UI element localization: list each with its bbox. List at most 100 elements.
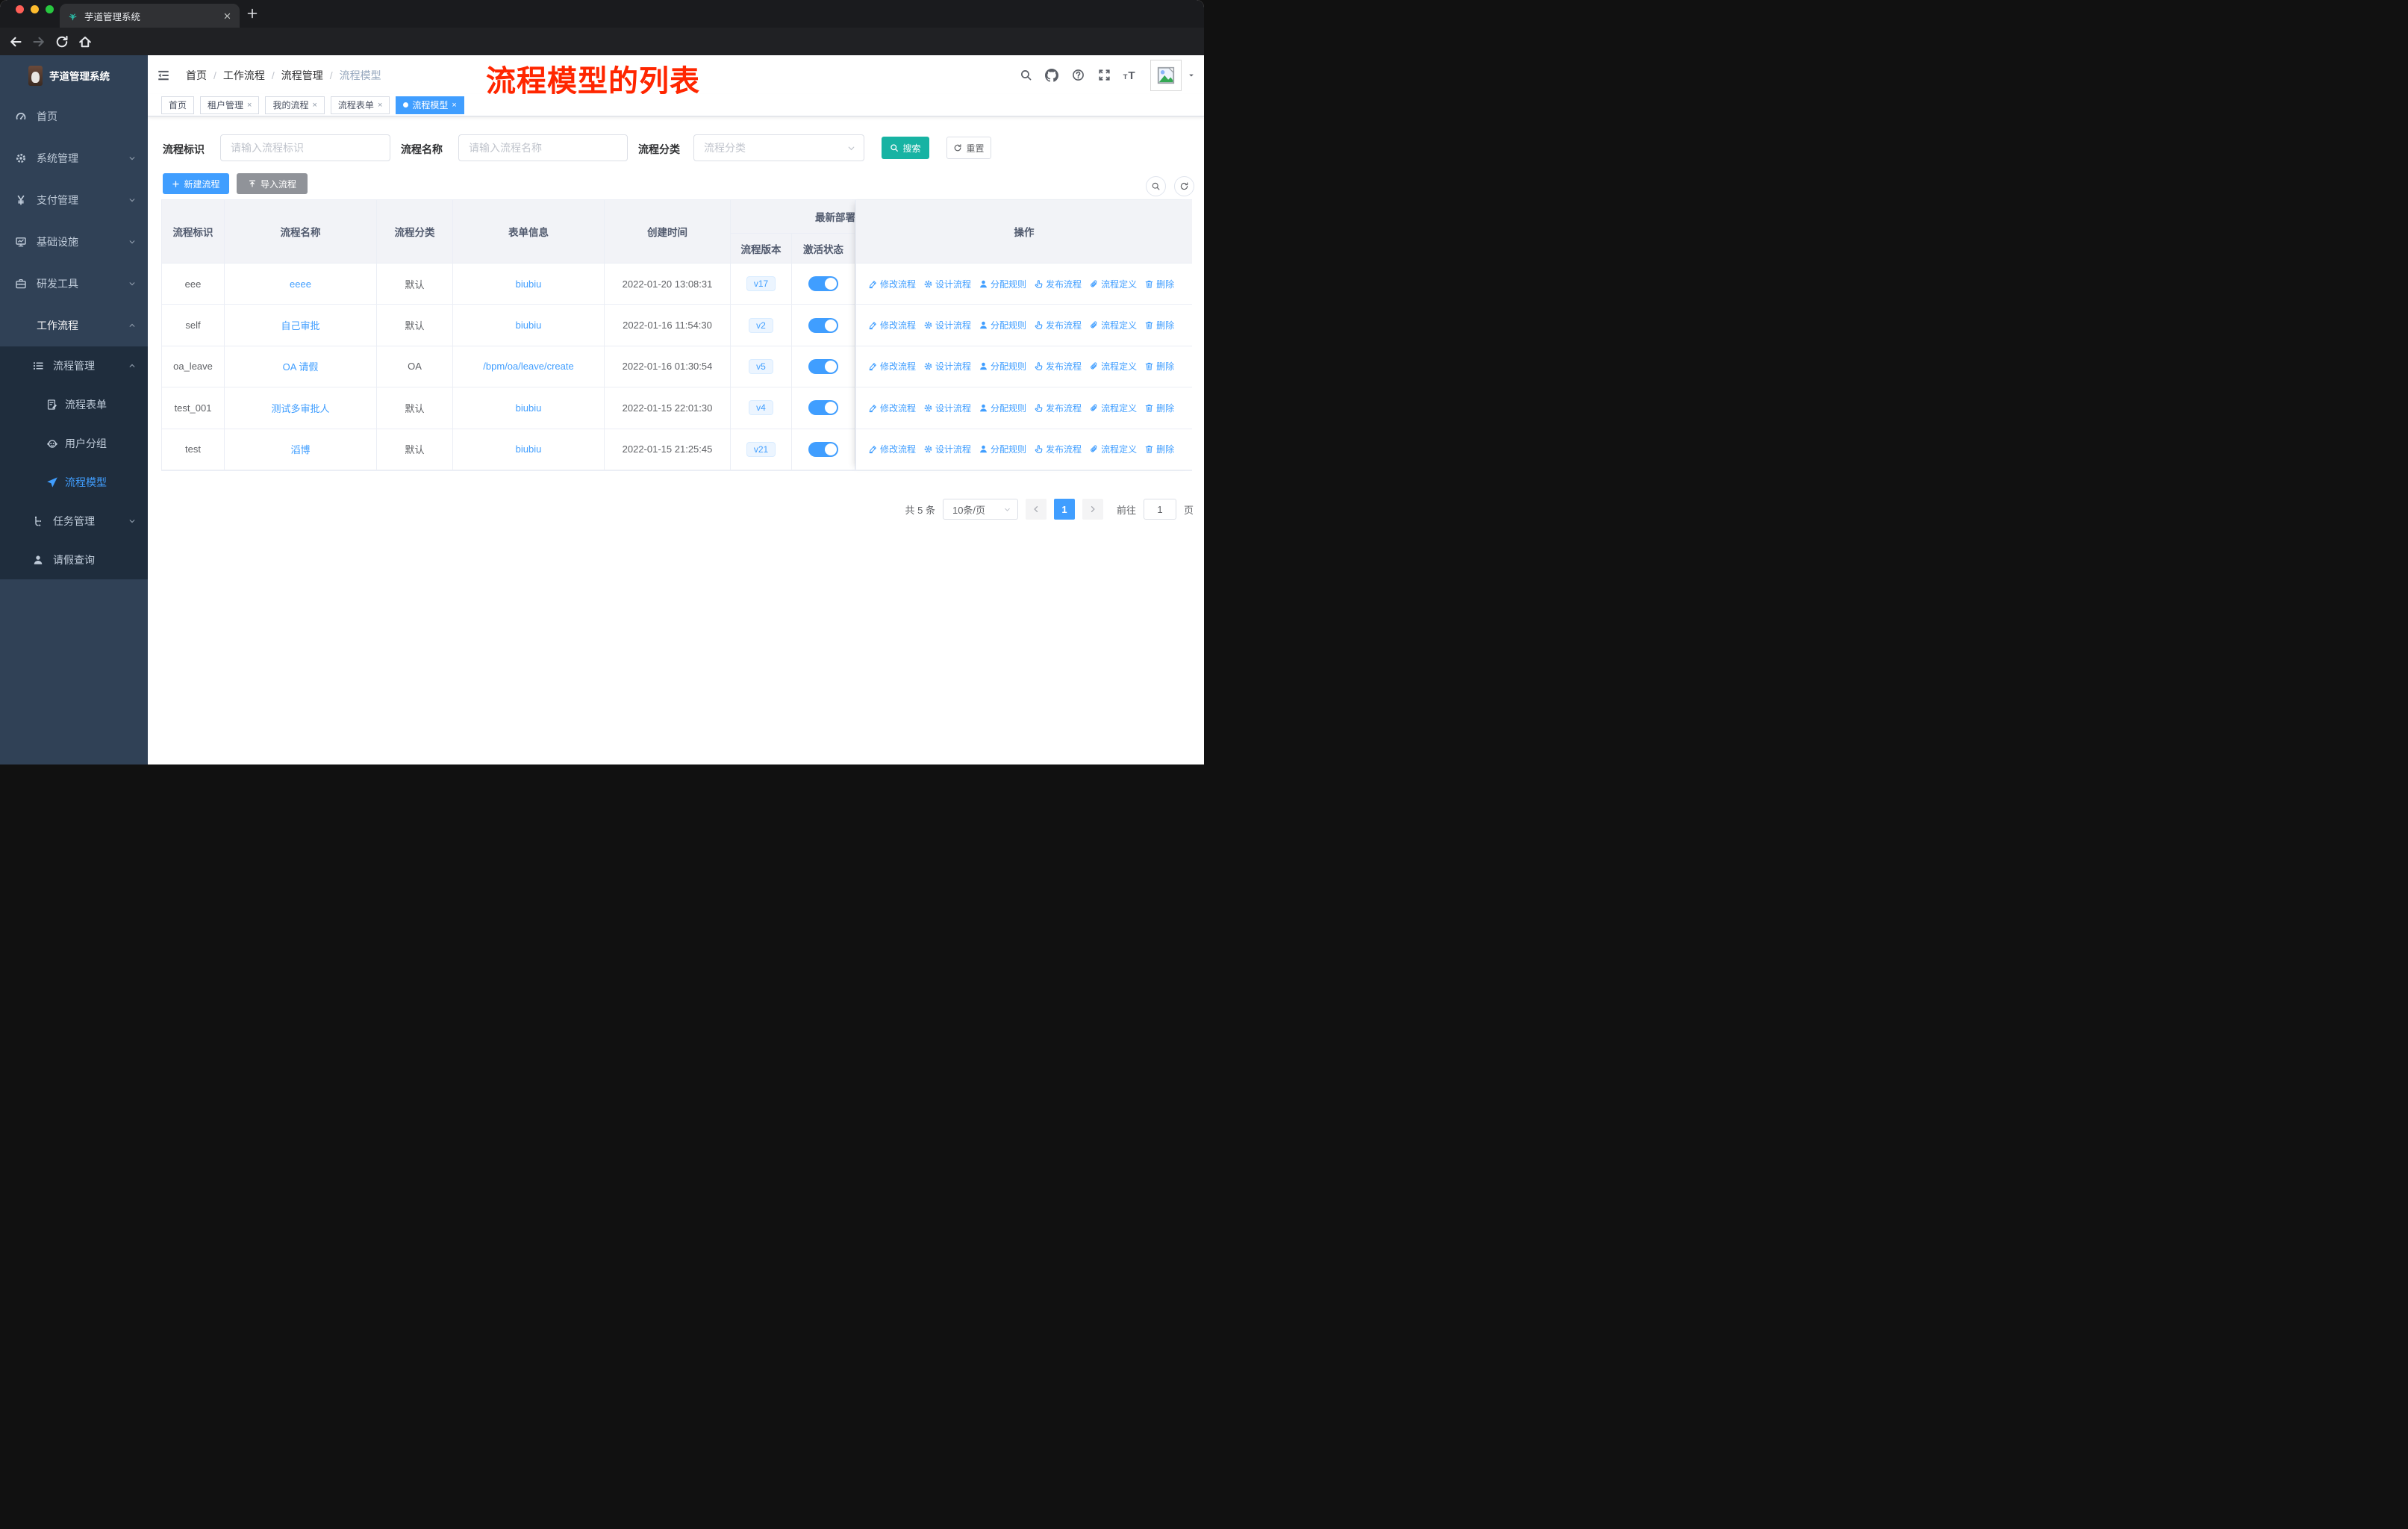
page-size-select[interactable]: 10条/页 [942, 499, 1018, 520]
active-toggle[interactable] [808, 441, 838, 457]
sidebar-item-流程模型[interactable]: 流程模型 [0, 463, 148, 502]
action-definition-link[interactable]: 流程定义 [1089, 360, 1137, 373]
create-model-button[interactable]: 新建流程 [163, 173, 229, 194]
action-delete-link[interactable]: 删除 [1144, 402, 1174, 414]
breadcrumb-item-首页[interactable]: 首页 [186, 68, 207, 83]
action-assign-link[interactable]: 分配规则 [979, 278, 1026, 290]
home-button[interactable] [78, 34, 93, 49]
goto-page-input[interactable] [1143, 499, 1176, 520]
tag-close-icon[interactable]: × [312, 101, 316, 110]
tab-close-icon[interactable] [222, 11, 232, 21]
form-info-link[interactable]: /bpm/oa/leave/create [483, 361, 573, 372]
form-info-link[interactable]: biubiu [516, 320, 542, 331]
action-design-link[interactable]: 设计流程 [923, 443, 971, 455]
action-definition-link[interactable]: 流程定义 [1089, 319, 1137, 331]
action-assign-link[interactable]: 分配规则 [979, 360, 1026, 373]
action-design-link[interactable]: 设计流程 [923, 319, 971, 331]
model-name-link[interactable]: 滔博 [290, 442, 310, 456]
back-button[interactable] [8, 34, 23, 49]
action-assign-link[interactable]: 分配规则 [979, 402, 1026, 414]
action-deploy-link[interactable]: 发布流程 [1034, 443, 1082, 455]
action-modify-link[interactable]: 修改流程 [868, 360, 916, 373]
action-definition-link[interactable]: 流程定义 [1089, 443, 1137, 455]
action-definition-link[interactable]: 流程定义 [1089, 402, 1137, 414]
help-question-icon[interactable] [1072, 69, 1085, 81]
tag-首页[interactable]: 首页 [161, 96, 195, 114]
sidebar-fold-icon[interactable] [157, 69, 170, 82]
action-modify-link[interactable]: 修改流程 [868, 443, 916, 455]
sidebar-item-系统管理[interactable]: 系统管理 [0, 137, 148, 179]
action-design-link[interactable]: 设计流程 [923, 360, 971, 373]
action-deploy-link[interactable]: 发布流程 [1034, 319, 1082, 331]
model-name-link[interactable]: 自己审批 [281, 318, 319, 332]
reload-button[interactable] [54, 34, 69, 49]
action-delete-link[interactable]: 删除 [1144, 443, 1174, 455]
prev-page-button[interactable] [1025, 499, 1047, 520]
table-refresh-button[interactable] [1174, 176, 1194, 196]
reset-button[interactable]: 重置 [946, 137, 991, 159]
form-info-link[interactable]: biubiu [516, 402, 542, 414]
browser-tab[interactable]: 芋道管理系统 [60, 4, 240, 28]
filter-id-input[interactable] [220, 134, 390, 161]
tag-我的流程[interactable]: 我的流程 × [265, 96, 325, 114]
user-avatar[interactable] [1150, 60, 1182, 91]
active-toggle[interactable] [808, 400, 838, 416]
action-design-link[interactable]: 设计流程 [923, 402, 971, 414]
model-name-link[interactable]: 测试多审批人 [271, 401, 329, 415]
action-design-link[interactable]: 设计流程 [923, 278, 971, 290]
filter-category-select[interactable]: 流程分类 [693, 134, 864, 161]
action-deploy-link[interactable]: 发布流程 [1034, 402, 1082, 414]
table-search-button[interactable] [1146, 176, 1166, 196]
maximize-window-button[interactable] [46, 5, 54, 13]
breadcrumb-item-流程管理[interactable]: 流程管理 [281, 68, 323, 83]
tag-流程模型[interactable]: 流程模型 × [396, 96, 464, 114]
tag-租户管理[interactable]: 租户管理 × [200, 96, 260, 114]
sidebar-item-请假查询[interactable]: 请假查询 [0, 541, 148, 579]
avatar-caret-down-icon[interactable] [1188, 72, 1195, 79]
page-1-button[interactable]: 1 [1053, 499, 1075, 520]
breadcrumb-item-工作流程[interactable]: 工作流程 [223, 68, 265, 83]
sidebar-item-研发工具[interactable]: 研发工具 [0, 263, 148, 305]
sidebar-item-支付管理[interactable]: 支付管理 [0, 179, 148, 221]
action-deploy-link[interactable]: 发布流程 [1034, 278, 1082, 290]
import-model-button[interactable]: 导入流程 [237, 173, 308, 194]
tag-close-icon[interactable]: × [378, 101, 382, 110]
sidebar-item-首页[interactable]: 首页 [0, 96, 148, 137]
model-name-link[interactable]: eeee [290, 278, 311, 290]
search-icon[interactable] [1020, 69, 1032, 81]
minimize-window-button[interactable] [31, 5, 39, 13]
forward-button[interactable] [31, 34, 46, 49]
search-button[interactable]: 搜索 [882, 137, 929, 159]
next-page-button[interactable] [1082, 499, 1103, 520]
filter-name-input[interactable] [458, 134, 628, 161]
active-toggle[interactable] [808, 317, 838, 333]
tag-close-icon[interactable]: × [452, 101, 456, 110]
action-modify-link[interactable]: 修改流程 [868, 278, 916, 290]
action-assign-link[interactable]: 分配规则 [979, 319, 1026, 331]
font-size-icon[interactable]: TT [1123, 69, 1136, 82]
new-tab-button[interactable] [246, 7, 258, 19]
action-definition-link[interactable]: 流程定义 [1089, 278, 1137, 290]
active-toggle[interactable] [808, 358, 838, 374]
action-delete-link[interactable]: 删除 [1144, 319, 1174, 331]
active-toggle[interactable] [808, 276, 838, 292]
fullscreen-icon[interactable] [1098, 69, 1111, 81]
form-info-link[interactable]: biubiu [516, 443, 542, 455]
action-delete-link[interactable]: 删除 [1144, 360, 1174, 373]
sidebar-item-流程管理[interactable]: 流程管理 [0, 346, 148, 385]
sidebar-item-基础设施[interactable]: 基础设施 [0, 221, 148, 263]
action-assign-link[interactable]: 分配规则 [979, 443, 1026, 455]
sidebar-item-任务管理[interactable]: 任务管理 [0, 502, 148, 541]
action-deploy-link[interactable]: 发布流程 [1034, 360, 1082, 373]
github-icon[interactable] [1045, 69, 1058, 82]
action-modify-link[interactable]: 修改流程 [868, 319, 916, 331]
close-window-button[interactable] [16, 5, 24, 13]
action-delete-link[interactable]: 删除 [1144, 278, 1174, 290]
sidebar-item-流程表单[interactable]: 流程表单 [0, 385, 148, 424]
sidebar-item-工作流程[interactable]: 工作流程 [0, 305, 148, 346]
form-info-link[interactable]: biubiu [516, 278, 542, 290]
tag-流程表单[interactable]: 流程表单 × [330, 96, 390, 114]
model-name-link[interactable]: OA 请假 [283, 359, 319, 373]
tag-close-icon[interactable]: × [247, 101, 252, 110]
action-modify-link[interactable]: 修改流程 [868, 402, 916, 414]
